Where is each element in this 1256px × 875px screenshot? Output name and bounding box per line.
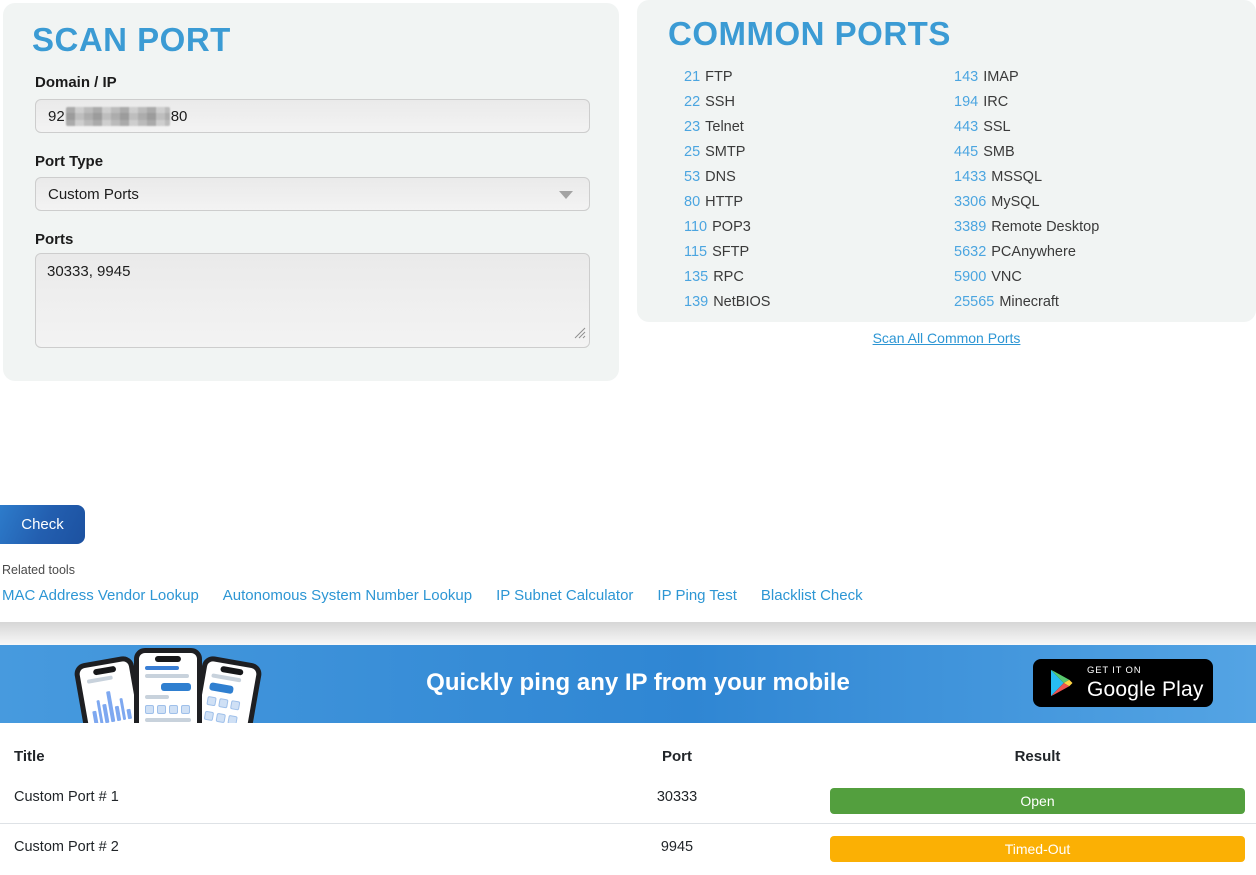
phone-mockup-center-icon <box>134 648 202 723</box>
ports-value: 30333, 9945 <box>47 263 130 280</box>
status-badge-timed-out: Timed-Out <box>830 836 1245 862</box>
result-title: Custom Port # 2 <box>14 839 119 855</box>
chevron-down-icon <box>559 191 573 199</box>
domain-value-prefix: 92 <box>48 108 65 125</box>
scan-all-wrap: Scan All Common Ports <box>637 330 1256 348</box>
google-play-badge[interactable]: GET IT ON Google Play <box>1033 659 1213 707</box>
domain-input[interactable]: 92 80 <box>35 99 590 133</box>
port-item-mysql[interactable]: 3306MySQL <box>954 189 1099 214</box>
table-header-result: Result <box>830 748 1245 765</box>
table-row-divider <box>0 823 1256 824</box>
ports-label: Ports <box>35 231 73 248</box>
google-play-label: Google Play <box>1087 679 1204 700</box>
status-badge-open: Open <box>830 788 1245 814</box>
table-header-title: Title <box>14 748 45 765</box>
common-ports-column-2: 143IMAP 194IRC 443SSL 445SMB 1433MSSQL 3… <box>954 64 1099 314</box>
port-item-dns[interactable]: 53DNS <box>684 164 770 189</box>
scan-port-panel: SCAN PORT Domain / IP 92 80 Port Type Cus… <box>3 3 619 381</box>
google-play-get-it-on: GET IT ON <box>1087 666 1204 676</box>
domain-ip-label: Domain / IP <box>35 74 117 91</box>
link-ip-subnet-calculator[interactable]: IP Subnet Calculator <box>496 587 633 604</box>
resize-handle-icon[interactable] <box>574 325 586 345</box>
result-port: 30333 <box>617 789 737 805</box>
port-type-label: Port Type <box>35 153 103 170</box>
mobile-app-banner: Quickly ping any IP from your mobile GET… <box>0 645 1256 723</box>
link-asn-lookup[interactable]: Autonomous System Number Lookup <box>223 587 472 604</box>
port-item-ssl[interactable]: 443SSL <box>954 114 1099 139</box>
port-item-remote-desktop[interactable]: 3389Remote Desktop <box>954 214 1099 239</box>
result-title: Custom Port # 1 <box>14 789 119 805</box>
table-header-port: Port <box>617 748 737 765</box>
link-ip-ping-test[interactable]: IP Ping Test <box>657 587 737 604</box>
port-item-smb[interactable]: 445SMB <box>954 139 1099 164</box>
result-port: 9945 <box>617 839 737 855</box>
check-button[interactable]: Check <box>0 505 85 544</box>
port-item-pcanywhere[interactable]: 5632PCAnywhere <box>954 239 1099 264</box>
port-item-mssql[interactable]: 1433MSSQL <box>954 164 1099 189</box>
common-ports-panel: COMMON PORTS 21FTP 22SSH 23Telnet 25SMTP… <box>637 0 1256 322</box>
port-item-smtp[interactable]: 25SMTP <box>684 139 770 164</box>
link-blacklist-check[interactable]: Blacklist Check <box>761 587 863 604</box>
related-tools-links: MAC Address Vendor Lookup Autonomous Sys… <box>2 587 863 604</box>
port-item-sftp[interactable]: 115SFTP <box>684 239 770 264</box>
port-type-select[interactable]: Custom Ports <box>35 177 590 211</box>
ports-textarea[interactable]: 30333, 9945 <box>35 253 590 348</box>
port-type-selected-value: Custom Ports <box>48 186 139 203</box>
scan-port-title: SCAN PORT <box>32 21 231 59</box>
redacted-ip-blur <box>66 107 170 126</box>
common-ports-title: COMMON PORTS <box>668 15 951 53</box>
scan-all-common-ports-link[interactable]: Scan All Common Ports <box>873 330 1021 346</box>
port-item-imap[interactable]: 143IMAP <box>954 64 1099 89</box>
common-ports-column-1: 21FTP 22SSH 23Telnet 25SMTP 53DNS 80HTTP… <box>684 64 770 314</box>
port-item-ssh[interactable]: 22SSH <box>684 89 770 114</box>
port-item-irc[interactable]: 194IRC <box>954 89 1099 114</box>
port-item-http[interactable]: 80HTTP <box>684 189 770 214</box>
port-item-netbios[interactable]: 139NetBIOS <box>684 289 770 314</box>
link-mac-address-vendor-lookup[interactable]: MAC Address Vendor Lookup <box>2 587 199 604</box>
port-item-vnc[interactable]: 5900VNC <box>954 264 1099 289</box>
port-item-pop3[interactable]: 110POP3 <box>684 214 770 239</box>
port-item-telnet[interactable]: 23Telnet <box>684 114 770 139</box>
port-item-rpc[interactable]: 135RPC <box>684 264 770 289</box>
domain-value-suffix: 80 <box>171 108 188 125</box>
google-play-icon <box>1046 667 1076 699</box>
related-tools-heading: Related tools <box>2 563 75 577</box>
port-item-minecraft[interactable]: 25565Minecraft <box>954 289 1099 314</box>
port-item-ftp[interactable]: 21FTP <box>684 64 770 89</box>
section-divider <box>0 622 1256 645</box>
google-play-text: GET IT ON Google Play <box>1087 666 1204 700</box>
page: SCAN PORT Domain / IP 92 80 Port Type Cus… <box>0 0 1256 875</box>
